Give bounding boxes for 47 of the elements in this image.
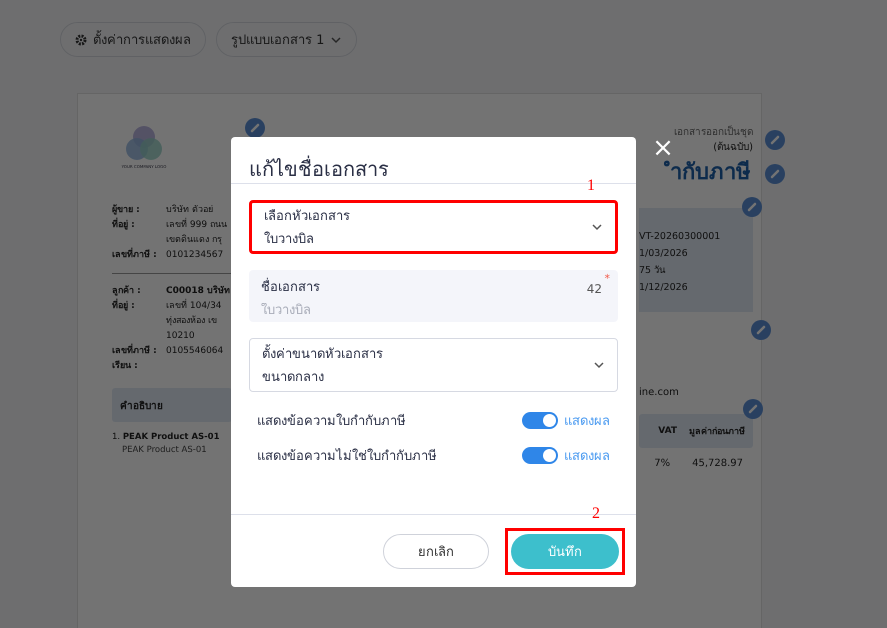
table-cell: 45,728.97 — [692, 458, 743, 469]
document-title: ำกับภาษี — [662, 156, 753, 190]
field-label: เลขที่ภาษี : — [112, 344, 166, 359]
toggle-label: แสดงข้อความใบกำกับภาษี — [257, 412, 407, 430]
field-label: ผู้ขาย : — [112, 203, 141, 217]
display-settings-button[interactable]: ตั้งค่าการแสดงผล — [60, 22, 206, 57]
copy-note: เอกสารออกเป็นชุด — [674, 124, 753, 139]
chevron-down-icon — [330, 36, 342, 44]
size-select[interactable]: ตั้งค่าขนาดหัวเอกสาร ขนาดกลาง — [249, 338, 618, 392]
item-detail: PEAK Product AS-01 — [121, 445, 208, 455]
toggle-state-label: แสดงผล — [564, 448, 610, 466]
table-header: คำอธิบาย — [112, 388, 232, 422]
toggle-label: แสดงข้อความไม่ใช่ใบกำกับภาษี — [257, 447, 438, 466]
chevron-down-icon — [591, 223, 603, 231]
field-label: เรียน : — [112, 359, 139, 373]
toggle-state-label: แสดงผล — [564, 412, 610, 430]
field-label: ที่อยู่ : — [112, 218, 166, 248]
field-value: ทุ่งสองห้อง เข — [166, 314, 218, 328]
character-counter: 42 — [586, 282, 602, 298]
toggle-switch[interactable] — [522, 412, 558, 428]
info-value: VT-20260300001 — [639, 230, 722, 244]
contact-text: ine.com — [639, 387, 679, 398]
field-value: เลขที่ 104/34 — [166, 299, 222, 314]
toggle-switch[interactable] — [522, 446, 558, 464]
info-value: 1/03/2026 — [639, 247, 689, 261]
field-label: ลูกค้า : — [112, 284, 142, 298]
gear-icon — [75, 34, 87, 46]
field-value: 0101234567 — [166, 249, 224, 262]
field-label: ที่อยู่ : — [112, 299, 166, 344]
chevron-down-icon — [593, 361, 605, 369]
field-value: บริษัท ตัวอย่ — [166, 204, 213, 217]
field-value: 10210 — [166, 330, 196, 343]
field-label: เลขที่ภาษี : — [112, 248, 166, 263]
annotation-number: 2 — [592, 504, 600, 522]
info-value: 75 วัน — [639, 264, 666, 278]
field-value: 0105546064 — [166, 345, 224, 358]
field-value: C00018 บริษัท — [166, 284, 230, 298]
table-cell: 7% — [654, 458, 670, 469]
cancel-button[interactable]: ยกเลิก — [383, 534, 489, 568]
info-value: 1/12/2026 — [639, 281, 689, 295]
field-value: เขตดินแดง กรุ — [166, 234, 223, 247]
copy-type: (ต้นฉบับ) — [713, 140, 753, 154]
table-header: VAT มูลค่าก่อนภาษี — [639, 414, 753, 448]
template-select[interactable]: รูปแบบเอกสาร 1 — [216, 22, 358, 57]
required-mark: * — [604, 272, 610, 285]
item-name: 1. PEAK Product AS-01 — [112, 431, 221, 444]
field-value: เลขที่ 999 ถนน — [166, 218, 227, 233]
